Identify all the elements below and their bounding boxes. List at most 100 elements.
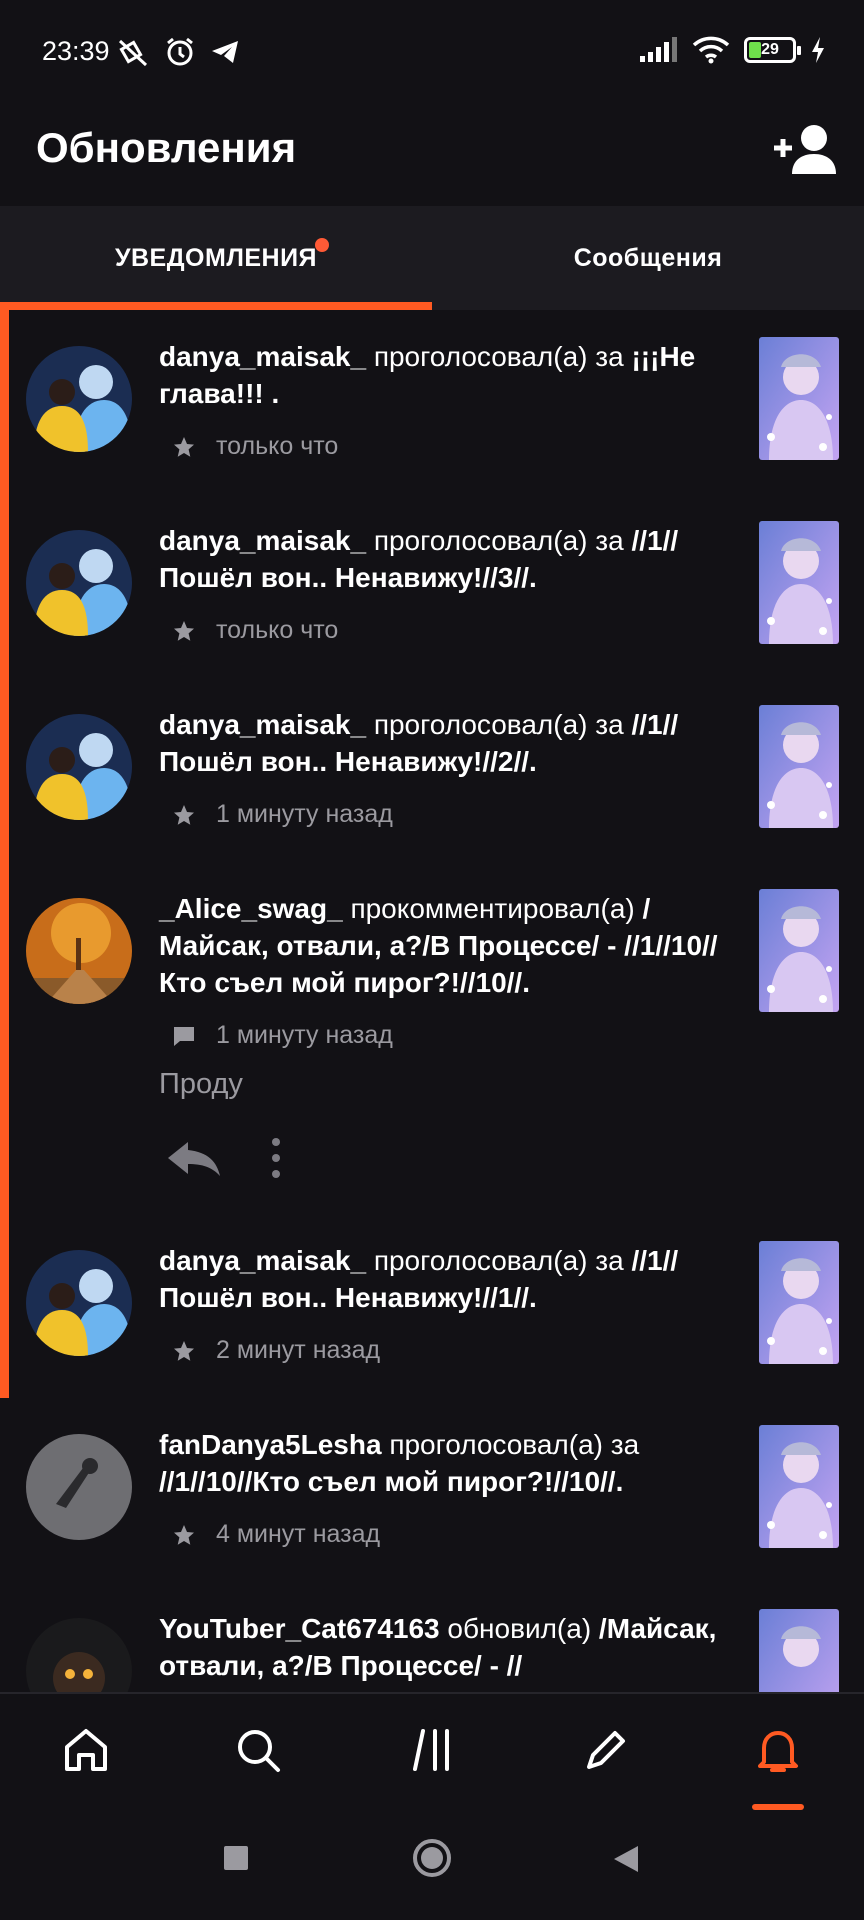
notification-meta: 4 минут назад: [172, 1520, 380, 1549]
notification-list[interactable]: danya_maisak_ проголосовал(а) за ¡¡¡Не г…: [0, 310, 864, 1692]
status-time: 23:39: [42, 36, 110, 66]
notification-time: только что: [216, 616, 339, 644]
wifi-icon: [692, 36, 730, 64]
story-cover[interactable]: [759, 1425, 839, 1548]
alarm-icon: [167, 37, 193, 66]
bell-icon: [758, 1731, 798, 1772]
username: danya_maisak_: [159, 525, 367, 556]
avatar[interactable]: [26, 1250, 132, 1356]
notification-text: fanDanya5Lesha проголосовал(а) за //1//1…: [159, 1426, 729, 1500]
recent-apps-icon[interactable]: [222, 1844, 250, 1872]
action-text: проголосовал(а) за: [366, 525, 632, 556]
more-options-icon[interactable]: [266, 1136, 286, 1180]
battery-icon: 29: [744, 37, 801, 63]
username: danya_maisak_: [159, 709, 367, 740]
nav-notifications[interactable]: [748, 1720, 808, 1780]
star-icon: [174, 1340, 194, 1361]
action-text: проголосовал(а) за: [381, 1429, 640, 1460]
write-icon: [587, 1731, 625, 1769]
action-text: обновил(а): [439, 1613, 599, 1644]
nav-search[interactable]: [228, 1720, 288, 1780]
library-icon: [413, 1729, 449, 1771]
star-icon: [174, 620, 194, 641]
notification-text: danya_maisak_ проголосовал(а) за //1//По…: [159, 522, 729, 596]
username: danya_maisak_: [159, 1245, 367, 1276]
story-title: //1//10//Кто съел мой пирог?!//10//.: [159, 1466, 624, 1497]
notification-time: 1 минуту назад: [216, 1021, 393, 1049]
comment-icon: [174, 1026, 194, 1046]
home-icon: [65, 1729, 107, 1771]
list-item[interactable]: danya_maisak_ проголосовал(а) за //1//По…: [0, 1214, 864, 1398]
back-icon[interactable]: [612, 1844, 640, 1874]
avatar[interactable]: [26, 714, 132, 820]
notification-meta: только что: [172, 616, 338, 645]
comment-text: Проду: [159, 1068, 243, 1100]
avatar[interactable]: [26, 898, 132, 1004]
avatar[interactable]: [26, 1618, 132, 1692]
notification-text: danya_maisak_ проголосовал(а) за //1//По…: [159, 1242, 729, 1316]
notification-meta: только что: [172, 432, 338, 461]
notification-meta: 2 минут назад: [172, 1336, 380, 1365]
notification-text: danya_maisak_ проголосовал(а) за //1//По…: [159, 706, 729, 780]
tab-notifications[interactable]: УВЕДОМЛЕНИЯ: [0, 206, 432, 310]
charging-icon: [812, 37, 824, 63]
notification-meta: 1 минуту назад: [172, 800, 393, 829]
avatar[interactable]: [26, 346, 132, 452]
star-icon: [174, 804, 194, 825]
notification-text: _Alice_swag_ прокомментировал(а) /Майсак…: [159, 890, 729, 1001]
action-text: проголосовал(а) за: [366, 1245, 632, 1276]
username: YouTuber_Cat674163: [159, 1613, 440, 1644]
page-title: Обновления: [36, 124, 297, 171]
tab-indicator: [0, 302, 432, 310]
list-item[interactable]: danya_maisak_ проголосовал(а) за //1//По…: [0, 494, 864, 678]
notification-meta: 1 минуту назад: [172, 1021, 393, 1050]
notification-time: 4 минут назад: [216, 1520, 381, 1548]
username: _Alice_swag_: [159, 893, 343, 924]
list-item[interactable]: fanDanya5Lesha проголосовал(а) за //1//1…: [0, 1398, 864, 1582]
battery-level: 29: [761, 41, 779, 58]
app-bar: Обновления: [0, 104, 864, 206]
story-cover[interactable]: [759, 1609, 839, 1692]
avatar[interactable]: [26, 1434, 132, 1540]
notification-text: danya_maisak_ проголосовал(а) за ¡¡¡Не г…: [159, 338, 729, 412]
tab-bar: УВЕДОМЛЕНИЯ Сообщения: [0, 206, 864, 310]
nav-write[interactable]: [576, 1720, 636, 1780]
nav-home[interactable]: [56, 1720, 116, 1780]
search-icon: [238, 1730, 280, 1772]
avatar[interactable]: [26, 530, 132, 636]
notification-text: YouTuber_Cat674163 обновил(а) /Майсак, о…: [159, 1610, 729, 1684]
list-item[interactable]: _Alice_swag_ прокомментировал(а) /Майсак…: [0, 862, 864, 1240]
status-bar: 23:39 29: [0, 0, 864, 104]
tab-notifications-label: УВЕДОМЛЕНИЯ: [114, 243, 318, 272]
star-icon: [174, 436, 194, 457]
tab-messages-label: Сообщения: [573, 243, 723, 272]
story-cover[interactable]: [759, 521, 839, 644]
story-cover[interactable]: [759, 889, 839, 1012]
username: danya_maisak_: [159, 341, 367, 372]
notification-time: 1 минуту назад: [216, 800, 393, 828]
story-cover[interactable]: [759, 1241, 839, 1364]
list-item[interactable]: danya_maisak_ проголосовал(а) за //1//По…: [0, 678, 864, 862]
telegram-icon: [212, 41, 238, 63]
mute-vibrate-icon: [118, 39, 148, 67]
username: fanDanya5Lesha: [159, 1429, 382, 1460]
list-item[interactable]: YouTuber_Cat674163 обновил(а) /Майсак, о…: [0, 1582, 864, 1692]
list-item[interactable]: danya_maisak_ проголосовал(а) за ¡¡¡Не г…: [0, 310, 864, 494]
tab-messages[interactable]: Сообщения: [432, 206, 864, 310]
action-text: прокомментировал(а): [342, 893, 643, 924]
reply-icon[interactable]: [166, 1138, 222, 1178]
add-user-icon[interactable]: [772, 118, 838, 178]
notification-time: только что: [216, 432, 339, 460]
home-system-icon[interactable]: [412, 1838, 452, 1878]
story-cover[interactable]: [759, 337, 839, 460]
notification-badge: [315, 238, 329, 252]
signal-icon: [640, 37, 677, 62]
bottom-navigation: [0, 1692, 864, 1810]
system-navigation: [0, 1810, 864, 1920]
action-text: проголосовал(а) за: [366, 341, 632, 372]
nav-library[interactable]: [404, 1720, 464, 1780]
notification-time: 2 минут назад: [216, 1336, 381, 1364]
star-icon: [174, 1524, 194, 1545]
action-text: проголосовал(а) за: [366, 709, 632, 740]
story-cover[interactable]: [759, 705, 839, 828]
